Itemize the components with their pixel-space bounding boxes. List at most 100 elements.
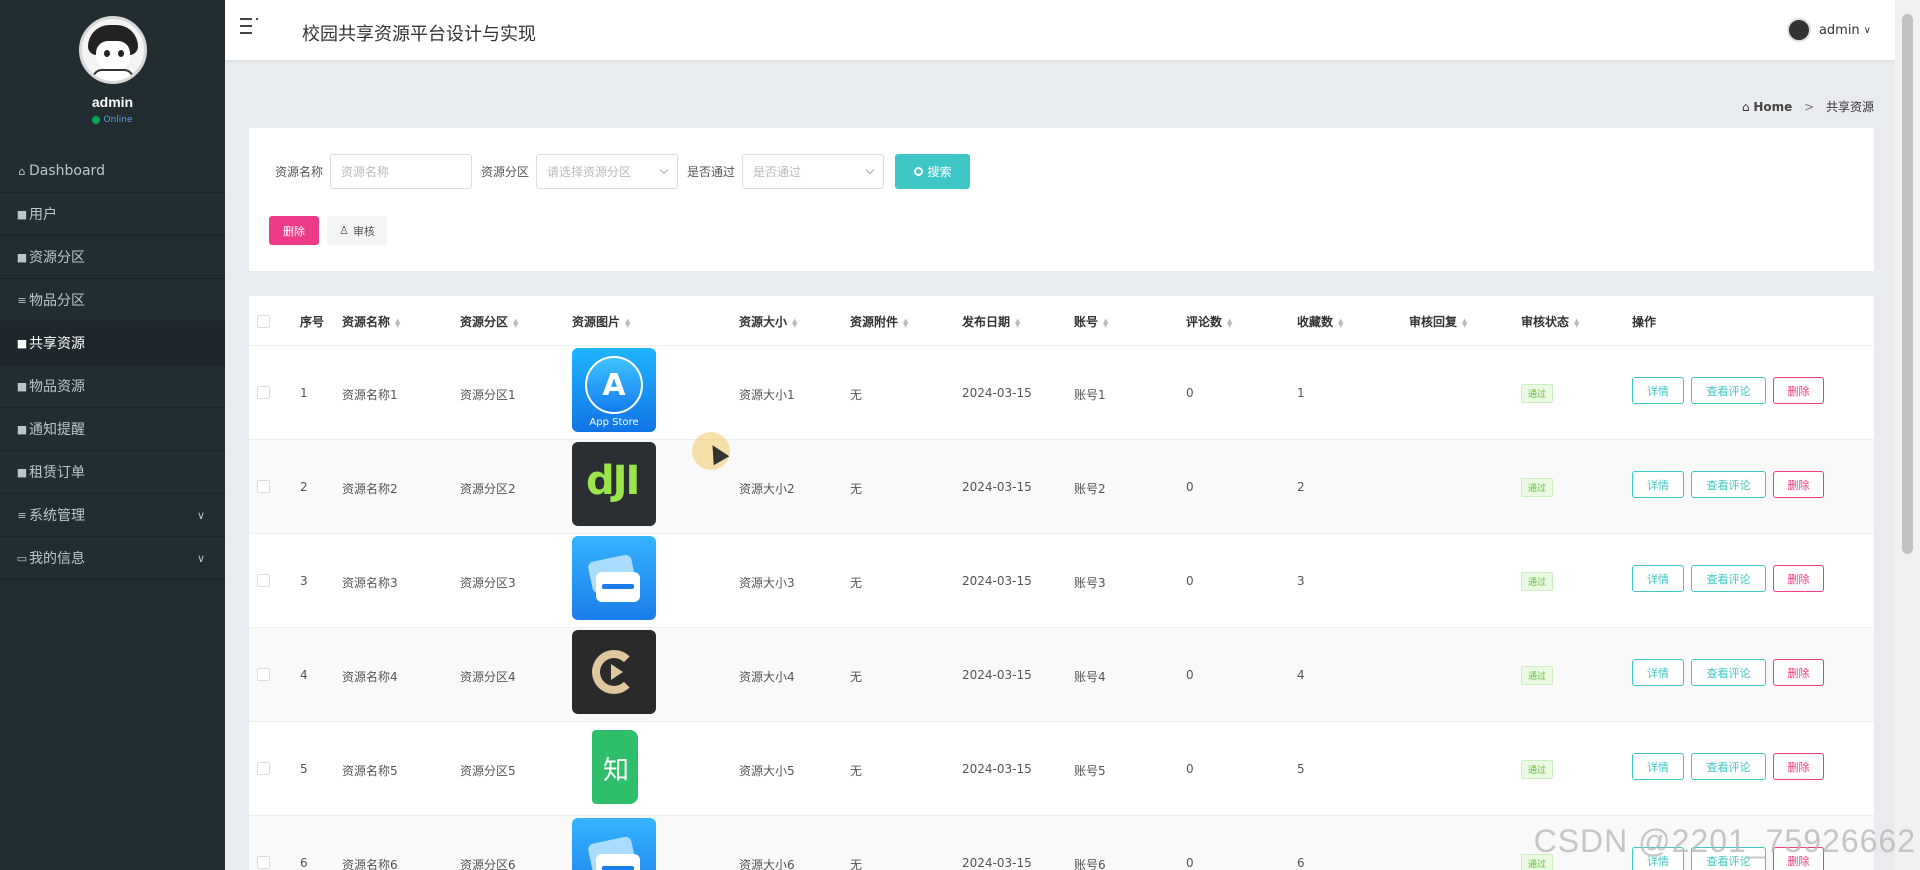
- card-wallet-icon[interactable]: [572, 818, 656, 870]
- row-checkbox[interactable]: [257, 856, 270, 869]
- resource-zone-select[interactable]: 请选择资源分区: [536, 154, 679, 189]
- sort-icon: ▲ ▼: [1338, 316, 1344, 329]
- audit-button[interactable]: ♙ 审核: [327, 216, 387, 245]
- sidebar-item-shared-resources[interactable]: ■ 共享资源: [0, 322, 225, 365]
- sidebar-item-notifications[interactable]: ■ 通知提醒: [0, 408, 225, 451]
- view-comments-button[interactable]: 查看评论: [1691, 659, 1766, 686]
- pass-label: 是否通过: [687, 165, 736, 179]
- user-icon: ♙: [339, 224, 349, 237]
- status-badge: 通过: [1521, 384, 1554, 403]
- row-checkbox[interactable]: [257, 574, 270, 587]
- row-checkbox[interactable]: [257, 480, 270, 493]
- grid-icon: ■: [16, 422, 28, 436]
- col-favorites[interactable]: 收藏数 ▲ ▼: [1297, 313, 1343, 330]
- sidebar-item-users[interactable]: ■ 用户: [0, 193, 225, 236]
- sidebar-item-resource-zones[interactable]: ■ 资源分区: [0, 236, 225, 279]
- breadcrumb-home[interactable]: Home: [1753, 100, 1792, 114]
- zhihu-book-icon[interactable]: 知: [572, 724, 656, 808]
- delete-button[interactable]: 删除: [1773, 753, 1824, 780]
- detail-button[interactable]: 详情: [1632, 659, 1684, 686]
- col-size[interactable]: 资源大小 ▲ ▼: [739, 313, 797, 330]
- row-checkbox[interactable]: [257, 386, 270, 399]
- detail-button[interactable]: 详情: [1632, 753, 1684, 780]
- video-player-icon[interactable]: [572, 630, 656, 714]
- sidebar-item-rental-orders[interactable]: ■ 租赁订单: [0, 451, 225, 494]
- col-reply[interactable]: 审核回复 ▲ ▼: [1409, 313, 1467, 330]
- table-row: 3 资源名称3 资源分区3 资源大小3 无 2024-03-15 账号3 0 3…: [249, 534, 1874, 628]
- col-account[interactable]: 账号 ▲ ▼: [1074, 313, 1108, 330]
- user-panel: admin Online: [0, 0, 225, 150]
- detail-button[interactable]: 详情: [1632, 377, 1684, 404]
- delete-button[interactable]: 删除: [1773, 659, 1824, 686]
- pass-select[interactable]: 是否通过: [742, 154, 885, 189]
- delete-button[interactable]: 删除: [1773, 377, 1824, 404]
- online-dot-icon: [92, 115, 101, 124]
- resource-name-input[interactable]: 资源名称: [330, 154, 473, 189]
- select-all-checkbox[interactable]: [257, 315, 270, 328]
- list-icon: ≡: [17, 293, 27, 307]
- top-avatar: [1786, 18, 1811, 42]
- search-button[interactable]: 搜索: [895, 154, 971, 189]
- sidebar-item-item-zones[interactable]: ≡ 物品分区: [0, 279, 225, 322]
- grid-icon: ■: [16, 379, 28, 393]
- view-comments-button[interactable]: 查看评论: [1691, 753, 1766, 780]
- status-badge: 通过: [1521, 666, 1554, 685]
- page-scrollbar[interactable]: [1895, 0, 1920, 870]
- col-zone[interactable]: 资源分区 ▲ ▼: [460, 313, 518, 330]
- sidebar: admin Online ⌂ Dashboard ■ 用户 ■ 资源分区 ≡ 物品分区 …: [0, 0, 225, 870]
- sort-icon: ▲ ▼: [1574, 316, 1580, 329]
- col-image[interactable]: 资源图片 ▲ ▼: [572, 313, 630, 330]
- delete-button[interactable]: 删除: [1773, 565, 1824, 592]
- view-comments-button[interactable]: 查看评论: [1691, 565, 1766, 592]
- dji-icon[interactable]: dJI: [572, 442, 656, 526]
- watermark: CSDN @2201_75926662: [1533, 823, 1916, 859]
- table-row: 5 资源名称5 资源分区5 知 资源大小5 无 2024-03-15 账号5 0…: [249, 722, 1874, 816]
- view-comments-button[interactable]: 查看评论: [1691, 377, 1766, 404]
- table-row: 2 资源名称2 资源分区2 dJI 资源大小2 无 2024-03-15 账号2…: [249, 440, 1874, 534]
- col-status[interactable]: 审核状态 ▲ ▼: [1521, 313, 1579, 330]
- row-checkbox[interactable]: [257, 762, 270, 775]
- delete-button[interactable]: 删除: [1773, 471, 1824, 498]
- search-icon: [913, 167, 923, 176]
- sidebar-item-system[interactable]: ≡ 系统管理 ∨: [0, 494, 225, 537]
- batch-delete-button[interactable]: 删除: [269, 216, 319, 245]
- app-store-icon[interactable]: A App Store: [572, 348, 656, 432]
- zone-label: 资源分区: [481, 165, 530, 179]
- comment-icon: ■: [16, 465, 28, 479]
- sort-icon: ▲ ▼: [625, 316, 631, 329]
- user-menu[interactable]: admin ∨: [1786, 18, 1871, 42]
- status-badge: 通过: [1521, 760, 1554, 779]
- chevron-down-icon: [865, 165, 875, 175]
- col-attachment[interactable]: 资源附件 ▲ ▼: [850, 313, 908, 330]
- app-title: 校园共享资源平台设计与实现: [302, 24, 536, 45]
- online-status: Online: [0, 115, 225, 125]
- menu-toggle-icon[interactable]: [240, 18, 258, 38]
- scroll-thumb[interactable]: [1902, 14, 1913, 554]
- table-body: 1 资源名称1 资源分区1 A App Store 资源大小1 无 2024-03…: [249, 346, 1874, 870]
- sidebar-item-dashboard[interactable]: ⌂ Dashboard: [0, 150, 225, 193]
- comment-icon: ■: [16, 250, 28, 264]
- view-comments-button[interactable]: 查看评论: [1691, 471, 1766, 498]
- sort-icon: ▲ ▼: [792, 316, 798, 329]
- search-panel: 资源名称 资源名称 资源分区 请选择资源分区 是否通过 是否通过 搜索 删除 ♙…: [249, 128, 1874, 271]
- card-wallet-icon[interactable]: [572, 536, 656, 620]
- col-date[interactable]: 发布日期 ▲ ▼: [962, 313, 1020, 330]
- detail-button[interactable]: 详情: [1632, 565, 1684, 592]
- row-checkbox[interactable]: [257, 668, 270, 681]
- chevron-down-icon: ∨: [196, 551, 205, 565]
- sidebar-item-item-resources[interactable]: ■ 物品资源: [0, 365, 225, 408]
- sort-icon: ▲ ▼: [1462, 316, 1468, 329]
- resource-table: 序号 资源名称 ▲ ▼ 资源分区 ▲ ▼ 资源图片 ▲ ▼ 资源大小 ▲ ▼ 资源附件 ▲ ▼ 发布…: [249, 296, 1874, 870]
- col-comments[interactable]: 评论数 ▲ ▼: [1186, 313, 1232, 330]
- status-badge: 通过: [1521, 572, 1554, 591]
- comment-icon: ■: [16, 336, 28, 350]
- status-badge: 通过: [1521, 478, 1554, 497]
- detail-button[interactable]: 详情: [1632, 471, 1684, 498]
- col-actions: 操作: [1632, 315, 1657, 329]
- sidebar-item-my-info[interactable]: ▭ 我的信息 ∨: [0, 537, 225, 580]
- top-username: admin: [1818, 22, 1860, 38]
- sort-icon: ▲ ▼: [513, 316, 519, 329]
- user-avatar: [78, 16, 147, 84]
- col-name[interactable]: 资源名称 ▲ ▼: [342, 313, 400, 330]
- sort-icon: ▲ ▼: [1015, 316, 1021, 329]
